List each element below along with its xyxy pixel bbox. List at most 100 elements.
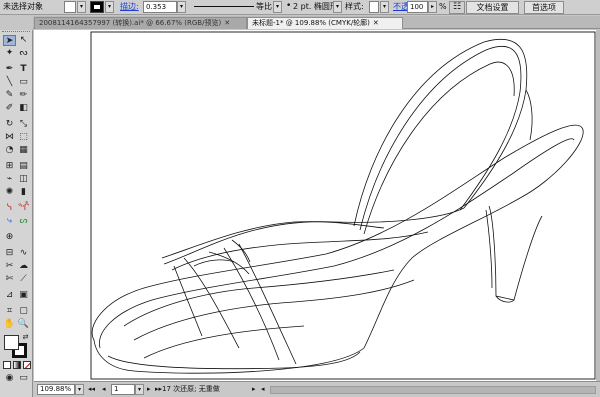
tab-document-1[interactable]: 20081141643579​97 (转换).ai* @ 66.67% (RGB… — [34, 17, 247, 29]
next-page-icon[interactable]: ▸ — [147, 385, 151, 394]
paintbrush-tool-icon[interactable]: ✎ — [3, 90, 16, 101]
magic-wand-tool-icon[interactable]: ✦ — [3, 48, 16, 59]
rotate-tool-icon[interactable]: ↻ — [3, 119, 16, 130]
brush-red-tool-icon[interactable]: ᓭ — [3, 203, 16, 214]
slice-tool-icon[interactable]: ✂ — [3, 261, 16, 272]
zoom-value: 109.88% — [40, 385, 72, 393]
horizontal-scrollbar[interactable] — [270, 386, 596, 394]
knife-tool-icon[interactable]: ⟋ — [17, 274, 30, 285]
brush-dropdown[interactable]: ▾ — [333, 1, 342, 13]
lasso-tool-icon[interactable]: ᔓ — [17, 48, 30, 59]
rectangle-tool-icon[interactable]: ▭ — [17, 77, 30, 88]
curve-red-tool-icon[interactable]: ᖎ — [17, 203, 30, 214]
wave-tool-icon[interactable]: ∿ — [17, 248, 30, 259]
document-setup-button[interactable]: 文档设置 — [466, 1, 519, 14]
first-page-icon[interactable]: ◂◂ — [88, 385, 95, 394]
artboard-tool-icon[interactable]: ⊟ — [3, 248, 16, 259]
status-message: 17 次还原; 无重做 — [162, 385, 220, 393]
sandal-outline — [91, 38, 584, 374]
last-page-icon[interactable]: ▸▸ — [155, 385, 162, 394]
blend-tool-icon[interactable]: ◫ — [17, 174, 30, 185]
close-icon[interactable]: ✕ — [224, 19, 230, 27]
page-value: 1 — [114, 385, 119, 393]
brush-blue-tool-icon[interactable]: ⤷ — [3, 216, 16, 227]
free-transform-tool-icon[interactable]: ⬚ — [17, 132, 30, 143]
mesh-tool-icon[interactable]: ⊞ — [3, 161, 16, 172]
hand-tool-icon[interactable]: ✋ — [3, 319, 16, 330]
fill-swatch[interactable] — [64, 1, 76, 13]
gradient-tool-icon[interactable]: ▤ — [17, 161, 30, 172]
vertical-scrollbar[interactable] — [596, 30, 600, 381]
artboard-border — [90, 31, 596, 380]
opacity-percent: % — [439, 2, 447, 11]
selection-status-label: 未选择对象 — [3, 2, 43, 11]
fill-dropdown[interactable]: ▾ — [77, 1, 86, 13]
line-tool-icon[interactable]: ╲ — [3, 77, 16, 88]
variable-width-profile-line — [194, 6, 254, 7]
opacity-input[interactable]: 100 — [407, 1, 428, 13]
status-menu-icon[interactable]: ▸ — [252, 385, 256, 394]
artwork-outline — [90, 31, 596, 380]
profile-dropdown[interactable]: ▾ — [273, 1, 282, 13]
status-bar: 109.88% ▾ ◂◂ ◂ 1 ▾ ▸ ▸▸ 17 次还原; 无重做 ▸ ◂ — [34, 381, 600, 397]
pen-tool-icon[interactable]: ✒ — [3, 64, 16, 75]
scissors-tool-icon[interactable]: ✄ — [3, 274, 16, 285]
opacity-value: 100 — [410, 3, 424, 11]
recolor-button[interactable]: ☷ — [449, 1, 465, 14]
draw-mode-icon[interactable]: ◉ — [3, 373, 16, 384]
preferences-button[interactable]: 首选项 — [524, 1, 564, 14]
control-bar: 未选择对象 ▾ ▾ 描边: 0.353 ▾ 等比 ▾ • 2 pt. 椭圆形 ▾… — [0, 0, 600, 15]
crop-tool-icon[interactable]: ⌗ — [3, 306, 16, 317]
variable-width-profile-label: 等比 — [256, 2, 272, 11]
screen-mode-icon[interactable]: ▭ — [17, 373, 30, 384]
pencil-tool-icon[interactable]: ✏ — [17, 90, 30, 101]
measure-tool-icon[interactable]: ⊿ — [3, 290, 16, 301]
gradient-mode-icon[interactable] — [13, 361, 21, 369]
tools-panel: ➤ ↖ ✦ ᔓ ✒ T ╲ ▭ ✎ ✏ ✐ ◧ ↻ ⤡ ⋈ ⬚ ◔ ▦ ⊞ ▤ … — [0, 30, 33, 397]
document-canvas[interactable] — [34, 30, 596, 381]
opacity-dropdown[interactable]: ▸ — [428, 1, 437, 13]
fill-color-swatch[interactable] — [4, 335, 19, 350]
prev-page-icon[interactable]: ◂ — [102, 385, 106, 394]
document-setup-label: 文档设置 — [476, 3, 509, 12]
print-tiling-tool-icon[interactable]: ▢ — [17, 306, 30, 317]
direct-selection-tool-icon[interactable]: ↖ — [17, 35, 30, 46]
stroke-dropdown[interactable]: ▾ — [105, 1, 114, 13]
brush-bullet: • — [286, 1, 292, 11]
zoom-tool-icon[interactable]: 🔍 — [17, 319, 30, 330]
blob-brush-tool-icon[interactable]: ✐ — [3, 103, 16, 114]
zoom-dropdown[interactable]: ▾ — [75, 384, 84, 395]
stroke-weight-label[interactable]: 描边: — [120, 2, 139, 12]
stroke-weight-dropdown[interactable]: ▾ — [177, 1, 186, 13]
style-dropdown[interactable]: ▾ — [380, 1, 389, 13]
stroke-weight-input[interactable]: 0.353 — [143, 1, 177, 13]
close-icon[interactable]: ✕ — [373, 19, 379, 27]
stroke-swatch[interactable] — [90, 1, 104, 13]
target-tool-icon[interactable]: ⊕ — [3, 232, 16, 243]
shape-builder-tool-icon[interactable]: ◔ — [3, 145, 16, 156]
scroll-left-icon[interactable]: ◂ — [261, 385, 265, 394]
type-tool-icon[interactable]: T — [17, 64, 30, 75]
symbol-sprayer-tool-icon[interactable]: ✺ — [3, 187, 16, 198]
tab-document-2[interactable]: 未标题-1* @ 109.88% (CMYK/轮廓) ✕ — [247, 17, 403, 29]
page-dropdown[interactable]: ▾ — [135, 384, 144, 395]
zoom-field[interactable]: 109.88% — [37, 384, 75, 395]
perspective-grid-tool-icon[interactable]: ▦ — [17, 145, 30, 156]
warp-tool-icon[interactable]: ☁ — [17, 261, 30, 272]
scale-tool-icon[interactable]: ⤡ — [17, 119, 30, 130]
page-field[interactable]: 1 — [111, 384, 135, 395]
color-mode-icon[interactable] — [3, 361, 11, 369]
curve-green-tool-icon[interactable]: ᔕ — [17, 216, 30, 227]
none-mode-icon[interactable] — [23, 361, 31, 369]
tab-label: 20081141643579​97 (转换).ai* @ 66.67% (RGB… — [39, 19, 222, 27]
live-paint-tool-icon[interactable]: ▣ — [17, 290, 30, 301]
column-graph-tool-icon[interactable]: ▮ — [17, 187, 30, 198]
style-swatch[interactable] — [369, 1, 379, 13]
preferences-label: 首选项 — [532, 3, 556, 12]
eyedropper-tool-icon[interactable]: ⌁ — [3, 174, 16, 185]
swap-fill-stroke-icon[interactable]: ⇄ — [21, 332, 30, 343]
brush-definition-label: 2 pt. 椭圆形 — [293, 2, 338, 11]
selection-tool-icon[interactable]: ➤ — [3, 35, 16, 46]
eraser-tool-icon[interactable]: ◧ — [17, 103, 30, 114]
width-tool-icon[interactable]: ⋈ — [3, 132, 16, 143]
